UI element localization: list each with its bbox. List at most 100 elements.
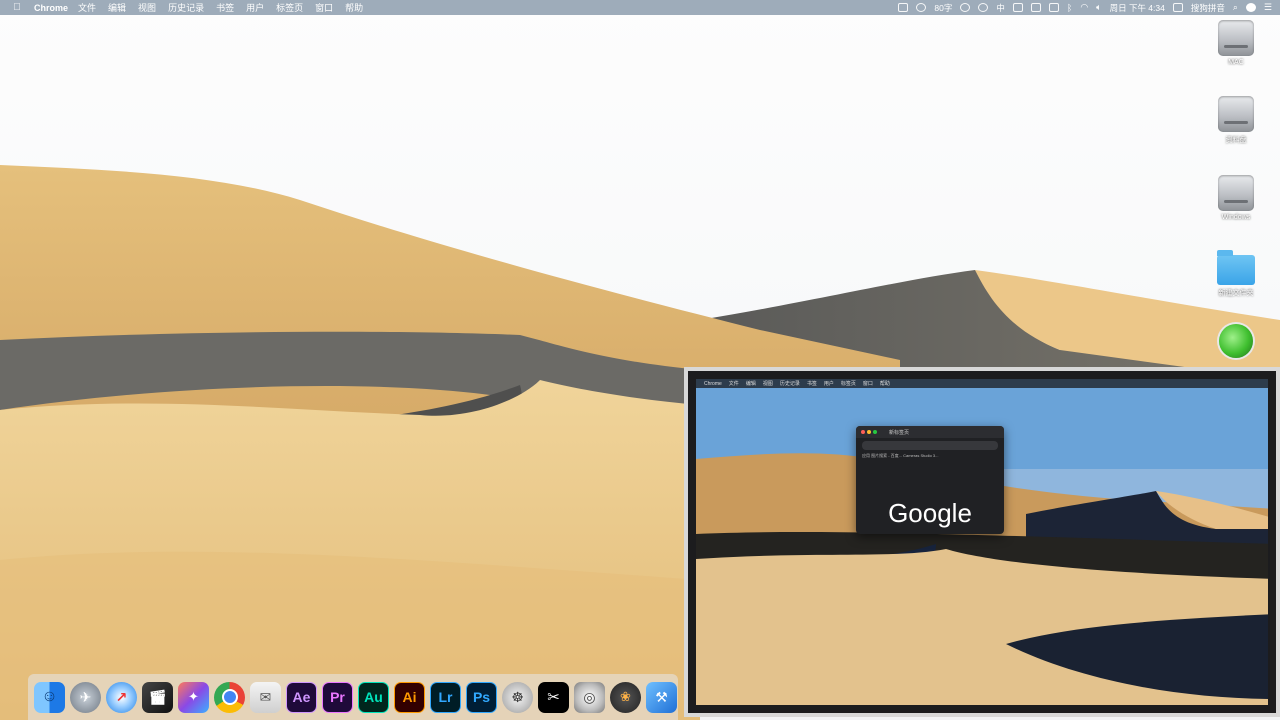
desktop-app[interactable] [1214,324,1258,358]
display-icon[interactable] [1030,3,1041,12]
dock-audition[interactable]: Au [358,681,389,713]
input-method-name[interactable]: 搜狗拼音 [1191,2,1225,14]
dock-dvd-player[interactable]: ◎ [574,681,605,713]
menu-tabs[interactable]: 标签页 [276,1,303,14]
rocket-icon: ✈ [79,688,92,705]
clock-icon[interactable] [978,3,989,12]
video-menu-tabs: 标签页 [840,381,856,387]
video-menu-help: 帮助 [879,381,890,387]
sogou-icon[interactable] [1172,3,1183,12]
app-globe-icon [1219,324,1253,358]
spotlight-search-icon[interactable]: ⌕ [1233,2,1238,13]
desktop-disk-windows[interactable]: Windows [1214,175,1258,221]
dock-premiere[interactable]: Pr [322,681,353,713]
video-preview-content: Chrome 文件 编辑 视图 历史记录 书签 用户 标签页 窗口 帮助 新标签… [696,379,1268,705]
video-menu-file: 文件 [728,381,739,387]
hammer-icon: ⚒ [655,688,668,705]
notification-center-icon[interactable]: ☰ [1264,2,1272,13]
after-effects-label: Ae [292,689,311,705]
desktop-icons: MAC 资料盘 Windows 新建文件夹 [1214,20,1258,388]
apple-icon[interactable]:  [10,2,24,13]
menu-history[interactable]: 历史记录 [168,1,204,14]
davinci-icon: ❀ [620,689,631,704]
menu-view[interactable]: 视图 [138,1,156,14]
volume-icon[interactable]: 🔈︎ [1096,2,1101,13]
activity-icon[interactable] [916,3,927,12]
dock-photoshop[interactable]: Ps [466,681,497,713]
film-reel-icon: ☸ [511,688,524,705]
desktop-folder[interactable]: 新建文件夹 [1214,250,1258,298]
dock-xcode[interactable]: ⚒ [646,681,677,713]
dock-finder[interactable]: ☺ [34,681,65,713]
chrome-tab-bar: 新标签页 [856,426,1004,438]
video-menu-people: 用户 [823,381,834,387]
folder-icon [1217,250,1255,285]
screen-record-icon[interactable] [898,3,909,12]
chrome-tab-title: 新标签页 [889,429,910,436]
menu-clock[interactable]: 周日 下午 4:34 [1110,2,1165,14]
battery-text[interactable]: 80字 [934,2,952,14]
dock-film-editor[interactable]: ☸ [502,681,533,713]
dock-davinci-resolve[interactable]: ❀ [610,681,641,713]
chrome-icon [221,689,238,705]
input-method-char[interactable]: 中 [996,2,1005,14]
zoom-dot-icon [873,430,877,434]
desktop-disk-data[interactable]: 资料盘 [1214,96,1258,145]
video-menu-view: 视图 [762,381,773,387]
menu-file[interactable]: 文件 [78,1,96,14]
dock-after-effects[interactable]: Ae [286,681,317,713]
hard-disk-icon [1218,20,1254,56]
dock-illustrator[interactable]: Ai [394,681,425,713]
finder-icon: ☺ [41,688,58,705]
bluetooth-icon[interactable]: ᛒ [1067,3,1072,13]
video-menu-edit: 编辑 [745,381,756,387]
desktop-disk-mac[interactable]: MAC [1214,20,1258,66]
motion-icon: ✦ [188,689,199,704]
video-menu-history: 历史记录 [779,381,800,387]
dock-safari[interactable]: ↗ [106,681,137,713]
google-logo: Google [888,498,972,528]
video-menu-bookmarks: 书签 [806,381,817,387]
lightroom-label: Lr [438,689,453,705]
video-chrome-window: 新标签页 应用 图片搜索 - 百度... Cameras Studio 3...… [856,426,1004,534]
wifi-icon[interactable]: ◠ [1080,2,1088,13]
capcut-icon: ✂ [547,689,560,706]
menu-window[interactable]: 窗口 [315,1,333,14]
video-menubar: Chrome 文件 编辑 视图 历史记录 书签 用户 标签页 窗口 帮助 [696,379,1268,388]
desktop-icon-label: 资料盘 [1225,137,1247,144]
menu-app-name[interactable]: Chrome [34,3,68,13]
video-preview-window[interactable]: Chrome 文件 编辑 视图 历史记录 书签 用户 标签页 窗口 帮助 新标签… [684,367,1280,717]
menu-bar:  Chrome 文件 编辑 视图 历史记录 书签 用户 标签页 窗口 帮助 8… [0,0,1280,15]
dock-chrome[interactable] [214,681,245,713]
cloud-icon[interactable] [1048,3,1059,12]
menu-people[interactable]: 用户 [246,1,264,14]
dock-mail[interactable]: ✉ [250,681,281,713]
mail-icon: ✉ [259,688,272,705]
menu-bookmarks[interactable]: 书签 [216,1,234,14]
dock: ☺ ✈ ↗ 🎬︎ ✦ ✉ Ae Pr Au Ai Lr Ps ☸ ✂ ◎ ❀ ⚒ [28,674,678,720]
minimize-dot-icon [867,430,871,434]
dock-launchpad[interactable]: ✈ [70,681,101,713]
menu-edit[interactable]: 编辑 [108,1,126,14]
chrome-address-bar [862,441,998,450]
desktop-icon-label: MAC [1228,59,1244,66]
hard-disk-icon [1218,96,1254,132]
disc-icon: ◎ [583,688,596,705]
illustrator-label: Ai [402,689,417,705]
close-dot-icon [861,430,865,434]
dock-final-cut-pro[interactable]: 🎬︎ [142,681,173,713]
audition-label: Au [364,689,383,705]
video-app-name: Chrome [704,380,722,387]
photoshop-label: Ps [472,689,491,705]
premiere-label: Pr [330,689,345,705]
settings-icon[interactable] [960,3,971,12]
clapper-icon: 🎬︎ [148,688,167,705]
dock-capcut[interactable]: ✂ [538,681,569,713]
siri-icon[interactable] [1245,3,1256,12]
dock-motion[interactable]: ✦ [178,681,209,713]
video-menu-window: 窗口 [862,381,873,387]
airplay-icon[interactable] [1012,3,1023,12]
desktop-icon-label: Windows [1221,214,1251,221]
menu-help[interactable]: 帮助 [345,1,363,14]
dock-lightroom[interactable]: Lr [430,681,461,713]
